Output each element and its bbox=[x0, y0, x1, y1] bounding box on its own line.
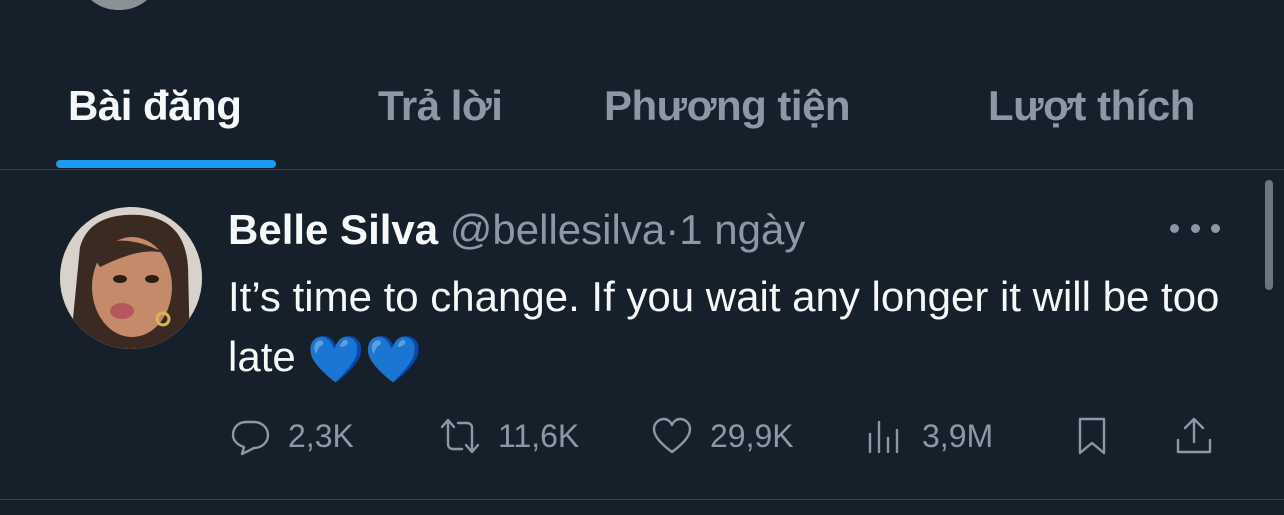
retweet-icon bbox=[440, 418, 480, 454]
like-button[interactable]: 29,9K bbox=[650, 411, 794, 461]
avatar-photo bbox=[60, 207, 202, 349]
tab-replies[interactable]: Trả lời bbox=[378, 82, 503, 130]
tweet-body: It’s time to change. If you wait any lon… bbox=[228, 267, 1238, 389]
profile-page: Bài đăng Trả lời Phương tiện Lượt thích … bbox=[0, 0, 1284, 515]
heart-icon bbox=[652, 417, 692, 454]
bookmark-button[interactable] bbox=[1070, 411, 1130, 461]
more-icon[interactable] bbox=[1170, 221, 1220, 235]
profile-avatar-partial[interactable] bbox=[74, 0, 164, 14]
reply-count: 2,3K bbox=[288, 417, 354, 454]
tweet-header: Belle Silva @bellesilva·1 ngày bbox=[228, 205, 805, 255]
active-tab-indicator bbox=[56, 160, 276, 168]
avatar[interactable] bbox=[60, 207, 202, 349]
tab-likes[interactable]: Lượt thích bbox=[988, 82, 1195, 130]
like-count: 29,9K bbox=[710, 417, 794, 454]
share-button[interactable] bbox=[1172, 411, 1232, 461]
retweet-button[interactable]: 11,6K bbox=[438, 411, 579, 461]
reply-button[interactable]: 2,3K bbox=[228, 411, 354, 461]
bookmark-icon bbox=[1078, 417, 1106, 455]
tab-posts[interactable]: Bài đăng bbox=[68, 82, 242, 130]
tweet-actions: 2,3K 11,6K 29,9K 3,9M bbox=[228, 411, 1228, 461]
views-button[interactable]: 3,9M bbox=[862, 411, 993, 461]
share-icon bbox=[1176, 417, 1212, 454]
user-handle[interactable]: @bellesilva bbox=[450, 206, 665, 253]
tab-media[interactable]: Phương tiện bbox=[604, 82, 851, 130]
tweet[interactable]: Belle Silva @bellesilva·1 ngày It’s time… bbox=[0, 171, 1284, 500]
retweet-count: 11,6K bbox=[498, 417, 580, 454]
tweet-timestamp[interactable]: 1 ngày bbox=[679, 206, 805, 253]
view-count: 3,9M bbox=[922, 417, 994, 454]
reply-icon bbox=[231, 420, 270, 456]
profile-tabs: Bài đăng Trả lời Phương tiện Lượt thích bbox=[0, 60, 1284, 170]
views-icon bbox=[868, 420, 899, 454]
display-name[interactable]: Belle Silva bbox=[228, 206, 438, 253]
separator-dot: · bbox=[665, 206, 680, 253]
scrollbar[interactable] bbox=[1265, 180, 1273, 290]
blue-heart-emoji: 💙💙 bbox=[307, 333, 422, 385]
